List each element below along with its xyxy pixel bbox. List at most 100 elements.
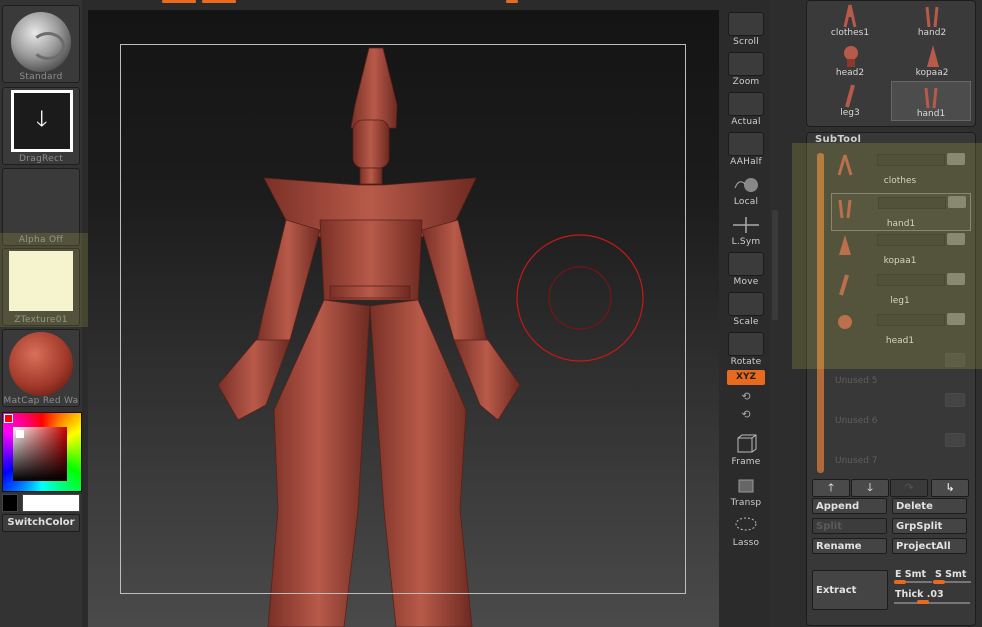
- s-smt-label: S Smt: [935, 569, 967, 580]
- visibility-eye-icon[interactable]: [947, 153, 965, 165]
- transp-cube-icon: [729, 475, 763, 497]
- grpsplit-button[interactable]: GrpSplit: [892, 518, 967, 534]
- move-down-button[interactable]: 🡓: [851, 479, 889, 497]
- lasso-icon: [729, 515, 763, 537]
- subtool-slots: [877, 314, 945, 326]
- subtool-item-label: hand1: [886, 219, 916, 229]
- lasso-button[interactable]: Lasso: [727, 515, 765, 548]
- rotate-lock-icon: [728, 332, 764, 356]
- delete-button[interactable]: Delete: [892, 498, 967, 514]
- visibility-eye-icon[interactable]: [947, 273, 965, 285]
- material-selector[interactable]: MatCap Red Wa: [2, 329, 80, 407]
- e-smt-slider-knob[interactable]: [894, 580, 906, 584]
- redo-arrow-button[interactable]: ↷: [890, 479, 928, 497]
- subtool-item-label: clothes: [883, 176, 917, 186]
- rotate-arrow-icon: ⟲: [741, 408, 751, 421]
- subtool-item-clothes[interactable]: clothes: [831, 151, 969, 187]
- e-smt-label: E Smt: [895, 569, 927, 580]
- subtool-item-kopaa1[interactable]: kopaa1: [831, 231, 969, 267]
- visibility-eye-icon[interactable]: [945, 433, 965, 447]
- model-thumbnail-icon: [839, 274, 849, 296]
- insert-arrow-button[interactable]: ↳: [931, 479, 969, 497]
- subtool-item-unused-5[interactable]: Unused 5: [831, 351, 969, 387]
- projectall-button[interactable]: ProjectAll: [892, 538, 967, 554]
- extract-button[interactable]: Extract: [812, 570, 888, 610]
- top-strip-button[interactable]: [202, 0, 236, 3]
- visibility-eye-icon[interactable]: [947, 233, 965, 245]
- secondary-color-swatch[interactable]: [2, 494, 18, 512]
- scale-button[interactable]: Scale: [727, 292, 765, 327]
- subtool-slots: [877, 154, 945, 166]
- right-toolbar: Scroll Zoom Actual AAHalf Local L.Sym Mo…: [722, 0, 770, 627]
- actual-label: Actual: [731, 117, 761, 127]
- tool-thumb-kopaa2[interactable]: kopaa2: [893, 41, 971, 79]
- stroke-label: DragRect: [18, 154, 64, 164]
- s-smt-slider-knob[interactable]: [933, 580, 945, 584]
- visibility-eye-icon[interactable]: [947, 313, 965, 325]
- scroll-button[interactable]: Scroll: [727, 12, 765, 47]
- actual-button[interactable]: Actual: [727, 92, 765, 127]
- aahalf-label: AAHalf: [730, 157, 762, 167]
- alpha-selector[interactable]: Alpha Off: [2, 168, 80, 246]
- subtool-item-head1[interactable]: head1: [831, 311, 969, 347]
- subtool-item-unused-6[interactable]: Unused 6: [831, 391, 969, 427]
- tool-thumb-label: clothes1: [830, 28, 870, 38]
- visibility-eye-icon[interactable]: [945, 353, 965, 367]
- transp-button[interactable]: Transp: [727, 475, 765, 508]
- xyz-button[interactable]: XYZ: [727, 370, 765, 385]
- top-strip-button[interactable]: [506, 0, 518, 3]
- rotate-z-button[interactable]: ⟲: [727, 408, 765, 422]
- rename-button[interactable]: Rename: [812, 538, 887, 554]
- rotate-y-button[interactable]: ⟲: [727, 390, 765, 404]
- subtool-item-leg1[interactable]: leg1: [831, 271, 969, 307]
- rotate-button[interactable]: Rotate: [727, 332, 765, 367]
- scale-magnifier-icon: [728, 292, 764, 316]
- rotate-arrow-icon: ⟲: [741, 390, 751, 403]
- hue-marker: [4, 414, 13, 423]
- dragrect-icon: 🡓: [11, 90, 73, 152]
- visibility-eye-icon[interactable]: [945, 393, 965, 407]
- brush-selector[interactable]: Standard: [2, 5, 80, 83]
- top-strip-button[interactable]: [162, 0, 196, 3]
- tool-thumb-label: hand2: [917, 28, 947, 38]
- transp-label: Transp: [730, 498, 762, 508]
- local-button[interactable]: Local: [727, 174, 765, 207]
- aahalf-button[interactable]: AAHalf: [727, 132, 765, 167]
- move-button[interactable]: Move: [727, 252, 765, 287]
- zoom-button[interactable]: Zoom: [727, 52, 765, 87]
- tray-scroll-handle[interactable]: [772, 210, 778, 320]
- visibility-eye-icon[interactable]: [948, 196, 966, 208]
- split-button[interactable]: Split: [812, 518, 887, 534]
- switch-color-button[interactable]: SwitchColor: [2, 514, 80, 532]
- main-color-swatch[interactable]: [22, 494, 80, 512]
- subtool-scrollbar[interactable]: [817, 153, 824, 473]
- tool-thumb-leg3[interactable]: leg3: [811, 81, 889, 119]
- move-hand-icon: [728, 252, 764, 276]
- move-up-button[interactable]: 🡑: [812, 479, 850, 497]
- thick-slider-track[interactable]: [894, 602, 970, 604]
- lsym-button[interactable]: L.Sym: [727, 214, 765, 247]
- frame-label: Frame: [731, 457, 761, 467]
- aahalf-magnifier-icon: [728, 132, 764, 156]
- lasso-label: Lasso: [732, 538, 760, 548]
- model-thumbnail-icon: [845, 84, 855, 108]
- subtool-item-label: kopaa1: [883, 256, 917, 266]
- tool-thumb-hand1[interactable]: hand1: [891, 81, 971, 121]
- tool-thumb-clothes1[interactable]: clothes1: [811, 1, 889, 39]
- subtool-item-unused-7[interactable]: Unused 7: [831, 431, 969, 467]
- color-picker[interactable]: [2, 412, 82, 492]
- frame-button[interactable]: Frame: [727, 434, 765, 467]
- tool-thumb-head2[interactable]: head2: [811, 41, 889, 79]
- stroke-selector[interactable]: 🡓 DragRect: [2, 87, 80, 165]
- standard-brush-icon: [11, 12, 71, 72]
- subtool-title: SubTool: [815, 134, 862, 145]
- subtool-item-hand1[interactable]: hand1: [831, 193, 971, 231]
- rotate-label: Rotate: [730, 357, 762, 367]
- thick-slider-knob[interactable]: [917, 600, 929, 604]
- texture-selector[interactable]: ZTexture01: [2, 248, 80, 326]
- color-saturation-square[interactable]: [13, 427, 67, 481]
- curved-arrow-icon: ↷: [904, 481, 914, 494]
- tool-thumb-hand2[interactable]: hand2: [893, 1, 971, 39]
- subtool-item-label: Unused 7: [835, 456, 878, 466]
- append-button[interactable]: Append: [812, 498, 887, 514]
